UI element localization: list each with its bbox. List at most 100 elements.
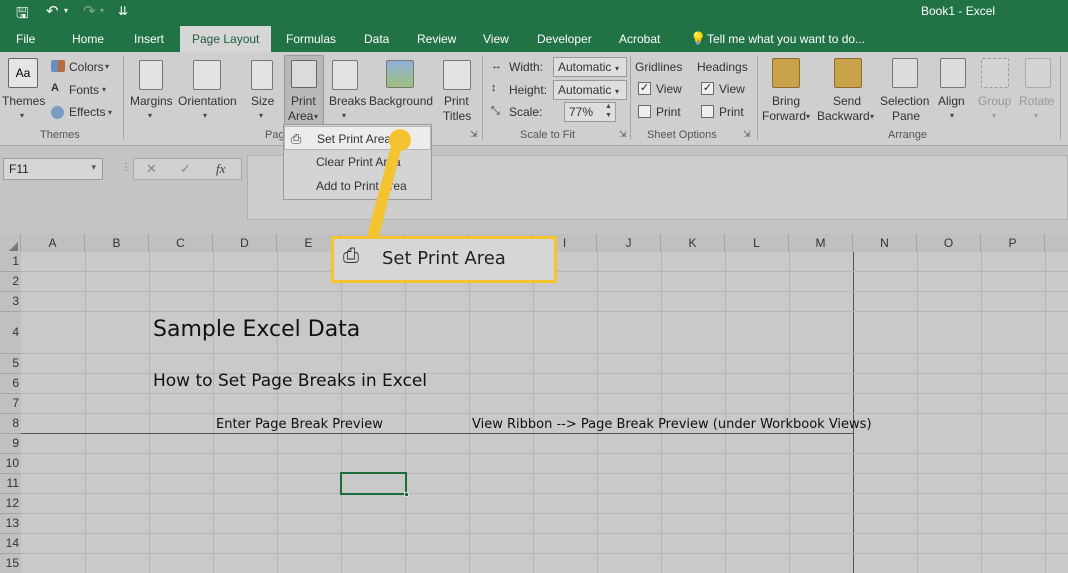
launcher-icon[interactable]: ⇲ <box>743 129 751 140</box>
gridlines-print-checkbox[interactable] <box>638 105 651 118</box>
row-header-11[interactable]: 11 <box>0 474 21 494</box>
background-button[interactable]: Background <box>369 94 433 108</box>
orientation-button[interactable]: Orientation <box>178 94 237 108</box>
row-header-1[interactable]: 1 <box>0 252 21 272</box>
tab-page-layout[interactable]: Page Layout <box>180 26 272 52</box>
enter-icon[interactable]: ✓ <box>180 161 191 177</box>
row-header-9[interactable]: 9 <box>0 434 21 454</box>
print-titles-icon[interactable] <box>443 60 471 90</box>
ribbon-page-layout: Aa Themes ▾ Colors ▾ A Fonts ▾ Effects ▾… <box>0 52 1068 146</box>
tab-home[interactable]: Home <box>72 26 104 52</box>
orientation-icon[interactable] <box>193 60 221 90</box>
fonts-button[interactable]: Fonts <box>69 83 99 97</box>
margins-button[interactable]: Margins <box>130 94 173 108</box>
send-backward-label-1[interactable]: Send <box>833 94 861 108</box>
spin-down-icon[interactable]: ▼ <box>605 112 612 119</box>
row-header-5[interactable]: 5 <box>0 354 21 374</box>
row-header-2[interactable]: 2 <box>0 272 21 292</box>
headings-view-checkbox[interactable]: ✓ <box>701 82 714 95</box>
effects-button[interactable]: Effects <box>69 105 105 119</box>
customize-toolbar-icon[interactable]: ⇊ <box>118 4 128 18</box>
selected-cell-f11[interactable] <box>340 472 409 497</box>
print-titles-label-1[interactable]: Print <box>444 94 469 108</box>
launcher-icon[interactable]: ⇲ <box>470 129 478 140</box>
column-header-c[interactable]: C <box>149 234 213 252</box>
breaks-button[interactable]: Breaks <box>329 94 366 108</box>
tab-view[interactable]: View <box>483 26 509 52</box>
column-header-a[interactable]: A <box>21 234 85 252</box>
column-header-b[interactable]: B <box>85 234 149 252</box>
column-header-k[interactable]: K <box>661 234 725 252</box>
redo-icon[interactable]: ↷ <box>83 2 96 20</box>
column-header-p[interactable]: P <box>981 234 1045 252</box>
tab-insert[interactable]: Insert <box>134 26 164 52</box>
bring-forward-icon[interactable] <box>772 58 800 88</box>
worksheet-grid[interactable]: A B C D E F G H I J K L M N O P 1 2 3 4 … <box>0 234 1068 573</box>
chevron-down-icon: ▾ <box>992 111 997 120</box>
cell-c4: Sample Excel Data <box>153 317 361 342</box>
themes-icon[interactable]: Aa <box>8 58 38 88</box>
row-header-10[interactable]: 10 <box>0 454 21 474</box>
undo-dropdown-icon[interactable]: ▾ <box>64 6 68 15</box>
tell-me-search[interactable]: Tell me what you want to do... <box>707 26 865 52</box>
chevron-down-icon[interactable]: ▾ <box>91 162 96 173</box>
send-backward-icon[interactable] <box>834 58 862 88</box>
bring-forward-label-2[interactable]: Forward <box>762 109 806 123</box>
gridlines-label: Gridlines <box>635 60 683 74</box>
margins-icon[interactable] <box>139 60 163 90</box>
selection-pane-icon[interactable] <box>892 58 918 88</box>
insert-function-icon[interactable]: fx <box>216 161 225 177</box>
row-header-14[interactable]: 14 <box>0 534 21 554</box>
scale-label: Scale: <box>509 105 543 119</box>
size-button[interactable]: Size <box>251 94 274 108</box>
row-header-15[interactable]: 15 <box>0 554 21 573</box>
launcher-icon[interactable]: ⇲ <box>619 129 627 140</box>
print-titles-label-2[interactable]: Titles <box>443 109 471 123</box>
align-button[interactable]: Align <box>938 94 965 108</box>
row-header-4[interactable]: 4 <box>0 312 21 354</box>
align-icon[interactable] <box>940 58 966 88</box>
headings-print-checkbox[interactable] <box>701 105 714 118</box>
gridline <box>21 311 1068 312</box>
save-icon[interactable]: 🖫 <box>16 3 29 28</box>
select-all-corner[interactable] <box>0 234 21 252</box>
cancel-icon[interactable]: ✕ <box>146 161 157 177</box>
tab-formulas[interactable]: Formulas <box>286 26 336 52</box>
row-header-6[interactable]: 6 <box>0 374 21 394</box>
spin-up-icon[interactable]: ▲ <box>605 103 612 110</box>
tab-review[interactable]: Review <box>417 26 456 52</box>
breaks-icon[interactable] <box>332 60 358 90</box>
themes-button[interactable]: Themes <box>2 94 45 108</box>
cell-d8: Enter Page Break Preview <box>216 417 383 432</box>
bring-forward-label-1[interactable]: Bring <box>772 94 800 108</box>
tab-file[interactable]: File <box>16 26 35 52</box>
send-backward-label-2[interactable]: Backward <box>817 109 870 123</box>
selection-pane-label-2[interactable]: Pane <box>892 109 920 123</box>
tab-acrobat[interactable]: Acrobat <box>619 26 660 52</box>
arrange-group-label: Arrange <box>888 129 928 141</box>
tab-data[interactable]: Data <box>364 26 389 52</box>
background-icon[interactable] <box>386 60 414 88</box>
redo-dropdown-icon[interactable]: ▾ <box>100 6 104 15</box>
column-header-j[interactable]: J <box>597 234 661 252</box>
column-header-n[interactable]: N <box>853 234 917 252</box>
row-header-8[interactable]: 8 <box>0 414 21 434</box>
undo-icon[interactable]: ↶ <box>46 2 59 20</box>
column-header-d[interactable]: D <box>213 234 277 252</box>
column-header-l[interactable]: L <box>725 234 789 252</box>
column-header-o[interactable]: O <box>917 234 981 252</box>
name-box[interactable]: F11 ▾ <box>3 158 103 180</box>
column-header-m[interactable]: M <box>789 234 853 252</box>
row-header-7[interactable]: 7 <box>0 394 21 414</box>
gridlines-view-checkbox[interactable]: ✓ <box>638 82 651 95</box>
chevron-down-icon: ▾ <box>148 111 153 120</box>
size-icon[interactable] <box>251 60 273 90</box>
row-header-12[interactable]: 12 <box>0 494 21 514</box>
selection-pane-label-1[interactable]: Selection <box>880 94 929 108</box>
gridline <box>21 493 1068 494</box>
colors-button[interactable]: Colors <box>69 60 104 74</box>
row-header-3[interactable]: 3 <box>0 292 21 312</box>
tab-developer[interactable]: Developer <box>537 26 592 52</box>
fill-handle[interactable] <box>404 492 409 497</box>
row-header-13[interactable]: 13 <box>0 514 21 534</box>
